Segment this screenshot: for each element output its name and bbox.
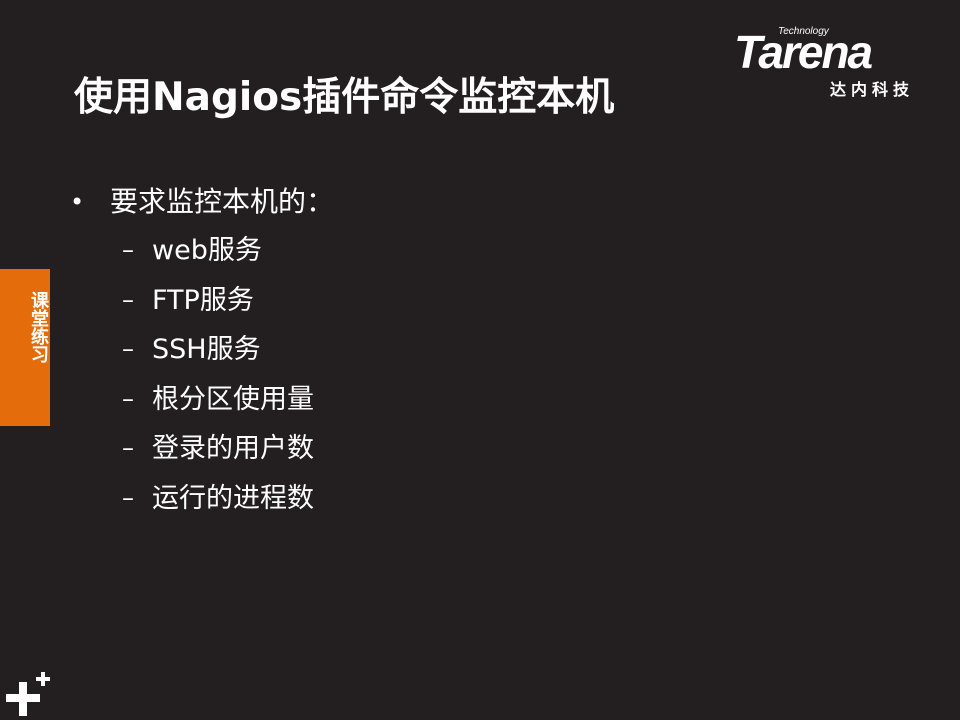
- sub-item-text: SSH服务: [152, 334, 261, 365]
- sub-item-text: web服务: [152, 235, 262, 266]
- sub-marker: –: [122, 434, 134, 462]
- logo-wordmark: Tarena: [734, 26, 873, 78]
- sub-marker: –: [122, 335, 134, 363]
- bullet-marker: •: [70, 188, 85, 216]
- tarena-logo: Technology Tarena 达内科技: [734, 26, 930, 99]
- sub-item-text: FTP服务: [152, 284, 254, 316]
- sub-marker: –: [122, 483, 134, 512]
- sub-marker: –: [122, 236, 134, 264]
- sub-item-text: 登录的用户数: [152, 433, 314, 464]
- logo-subtitle: 达内科技: [830, 80, 915, 99]
- sub-marker: –: [122, 384, 134, 413]
- bullet-text: 要求监控本机的：: [110, 185, 335, 218]
- sub-item-text: 根分区使用量: [152, 383, 314, 415]
- slide: 使用Nagios插件命令监控本机 Technology Tarena 达内科技 …: [0, 0, 960, 720]
- sub-marker: –: [122, 285, 134, 314]
- side-tab-label: 课堂练习: [28, 291, 49, 363]
- side-tab: 课堂练习: [0, 269, 50, 426]
- plus-sparkle-icon: [6, 672, 50, 716]
- slide-title: 使用Nagios插件命令监控本机: [74, 75, 615, 120]
- sub-item-text: 运行的进程数: [152, 482, 314, 514]
